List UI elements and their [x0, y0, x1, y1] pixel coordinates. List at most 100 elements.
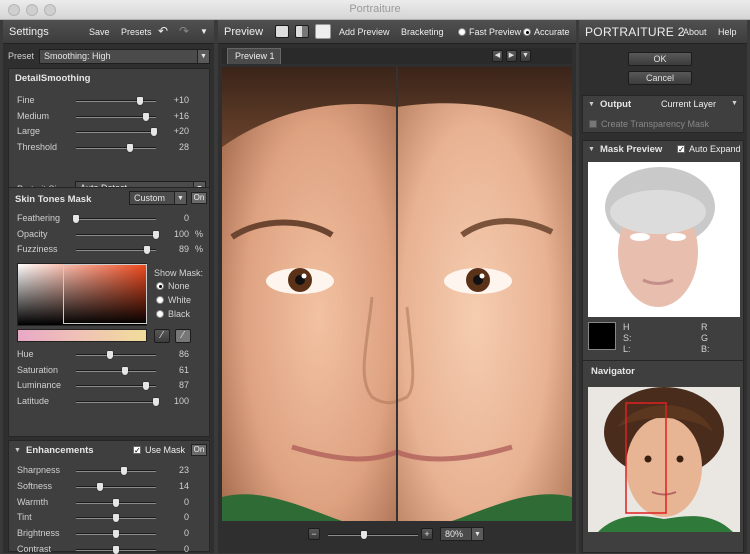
hue-range-bar[interactable]	[17, 329, 147, 342]
settings-menu-icon[interactable]: ▼	[200, 27, 208, 36]
undo-icon[interactable]: ↶	[158, 24, 168, 38]
fast-preview-radio[interactable]	[458, 28, 466, 36]
zoom-in-button[interactable]: +	[421, 528, 433, 540]
slider-track[interactable]	[76, 246, 156, 254]
slider-track[interactable]	[76, 382, 156, 390]
side-by-side-view-icon[interactable]	[315, 24, 331, 39]
preview-image-area[interactable]	[222, 67, 572, 521]
slider-thumb[interactable]	[113, 530, 119, 539]
navigator-title: Navigator	[591, 366, 635, 377]
preset-dropdown[interactable]: Smoothing: High ▼	[39, 49, 210, 64]
slider-value: 0	[183, 496, 189, 507]
redo-icon[interactable]: ↷	[179, 24, 189, 38]
mask-black-radio[interactable]	[156, 310, 164, 318]
slider-track[interactable]	[76, 482, 156, 491]
collapse-triangle-icon[interactable]: ▼	[588, 146, 595, 153]
slider-value: 100	[173, 228, 189, 239]
tab-next-icon[interactable]: ▶	[506, 50, 517, 62]
chevron-down-icon[interactable]: ▼	[731, 100, 738, 107]
slider-thumb[interactable]	[121, 467, 127, 475]
slider-thumb[interactable]	[137, 97, 143, 105]
slider-track[interactable]	[76, 530, 156, 539]
eyedropper-plus-icon[interactable]: ⁄	[175, 329, 191, 343]
slider-thumb[interactable]	[73, 215, 79, 223]
output-title: Output	[600, 99, 632, 110]
slider-track[interactable]	[76, 143, 156, 152]
zoom-out-button[interactable]: −	[308, 528, 320, 540]
split-view-icon[interactable]	[295, 25, 309, 38]
slider-thumb[interactable]	[113, 514, 119, 523]
transparency-checkbox[interactable]	[589, 120, 597, 128]
mask-none-radio[interactable]	[156, 282, 164, 290]
collapse-triangle-icon[interactable]: ▼	[14, 447, 21, 454]
auto-expand-label: Auto Expand	[689, 144, 741, 154]
slider-track[interactable]	[76, 128, 157, 136]
tab-prev-icon[interactable]: ◀	[492, 50, 503, 62]
zoom-slider-thumb[interactable]	[361, 531, 367, 539]
slider-label: Hue	[17, 349, 34, 359]
output-dropdown[interactable]: Current Layer	[661, 99, 716, 109]
slider-thumb[interactable]	[150, 128, 157, 136]
help-button[interactable]: Help	[718, 27, 737, 37]
slider-track[interactable]	[76, 351, 156, 359]
slider-track[interactable]	[76, 230, 159, 239]
zoom-dropdown[interactable]: 80% ▼	[440, 527, 484, 541]
enhancements-on-toggle[interactable]: On	[191, 444, 207, 456]
slider-thumb[interactable]	[142, 112, 149, 121]
slider-unit: %	[195, 244, 204, 254]
ok-button[interactable]: OK	[628, 52, 692, 66]
save-button[interactable]: Save	[89, 27, 110, 37]
slider-thumb[interactable]	[97, 482, 103, 491]
chevron-down-icon: ▼	[197, 50, 209, 63]
slider-thumb[interactable]	[142, 382, 149, 390]
slider-thumb[interactable]	[144, 246, 151, 254]
slider-thumb[interactable]	[121, 366, 128, 375]
slider-track[interactable]	[73, 215, 156, 223]
mask-preview-section: ▼ Mask Preview ✓ Auto Expand H S: L: R G…	[582, 140, 744, 376]
cancel-button[interactable]: Cancel	[628, 71, 692, 85]
settings-title: Settings	[9, 26, 49, 38]
slider-thumb[interactable]	[113, 498, 119, 507]
slider-value: 14	[178, 480, 189, 491]
slider-track[interactable]	[76, 112, 156, 121]
color-selection-box[interactable]	[63, 264, 147, 324]
slider-track[interactable]	[76, 467, 156, 475]
slider-track[interactable]	[76, 97, 156, 105]
mask-white-label: White	[168, 295, 192, 305]
navigator-thumbnail[interactable]	[588, 387, 740, 532]
about-button[interactable]: About	[683, 27, 707, 37]
b-label: B:	[701, 344, 710, 354]
preset-value: Smoothing: High	[44, 51, 111, 61]
navigator-section: Navigator	[582, 360, 744, 553]
slider-thumb[interactable]	[127, 143, 134, 152]
single-view-icon[interactable]	[275, 25, 289, 38]
collapse-triangle-icon[interactable]: ▼	[588, 101, 595, 108]
bracketing-button[interactable]: Bracketing	[401, 27, 444, 37]
accurate-radio[interactable]	[523, 28, 531, 36]
eyedropper-icon[interactable]: ⁄	[154, 329, 170, 343]
presets-button[interactable]: Presets	[121, 27, 152, 37]
slider-track[interactable]	[76, 498, 156, 507]
mask-preview-image	[588, 162, 740, 317]
slider-label: Brightness	[17, 528, 60, 539]
tab-menu-icon[interactable]: ▼	[520, 50, 531, 62]
color-picker-field[interactable]	[17, 263, 147, 326]
show-mask-label: Show Mask:	[154, 268, 204, 278]
mask-preview-title: Mask Preview	[600, 144, 663, 155]
slider-track[interactable]	[76, 514, 156, 523]
slider-thumb[interactable]	[107, 351, 114, 359]
slider-track[interactable]	[76, 366, 156, 375]
slider-value: 0	[183, 213, 189, 223]
settings-header: Settings Save Presets ↶ ↷ ▼	[3, 20, 214, 44]
skin-on-toggle[interactable]: On	[191, 192, 207, 204]
mask-white-radio[interactable]	[156, 296, 164, 304]
auto-expand-checkbox[interactable]: ✓	[677, 145, 685, 154]
slider-track[interactable]	[76, 397, 159, 406]
preview-panel: Preview Add Preview Bracketing Fast Prev…	[218, 20, 576, 553]
zoom-slider[interactable]	[328, 531, 418, 539]
add-preview-button[interactable]: Add Preview	[339, 27, 390, 37]
skin-mode-dropdown[interactable]: Custom ▼	[129, 191, 187, 205]
slider-track[interactable]	[76, 546, 156, 554]
tab-preview-1[interactable]: Preview 1	[227, 48, 281, 64]
use-mask-checkbox[interactable]: ✓	[133, 446, 141, 455]
